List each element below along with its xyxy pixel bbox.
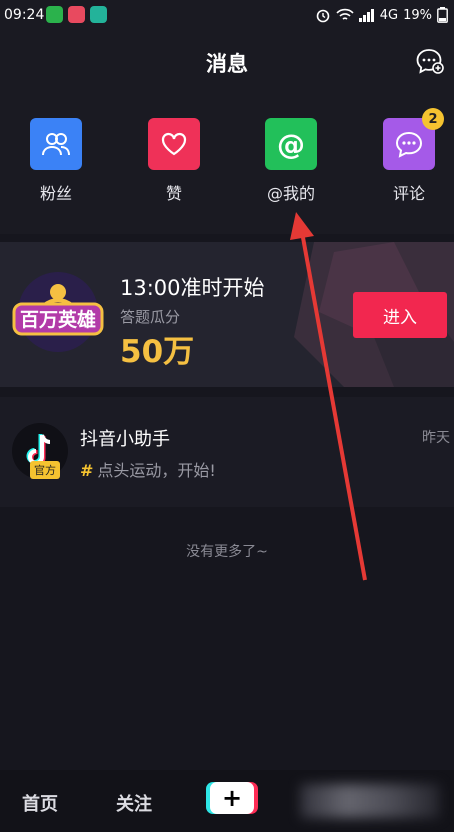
blurred-nav-items — [300, 784, 440, 818]
add-video-button[interactable]: + — [210, 782, 254, 814]
status-bar: 09:24 4G 19% — [0, 0, 454, 30]
new-chat-icon[interactable] — [414, 46, 444, 76]
scan-notification-icon — [90, 6, 107, 23]
wifi-icon — [336, 8, 354, 20]
category-label: 粉丝 — [39, 184, 72, 203]
network-type: 4G — [379, 7, 399, 23]
quiz-banner[interactable]: 百万英雄 13:00准时开始 答题瓜分 50万 进入 — [0, 242, 454, 387]
official-badge: 官方 — [30, 461, 60, 479]
bottom-nav: 首页 关注 + — [0, 770, 454, 832]
million-hero-logo: 百万英雄 — [12, 272, 104, 352]
category-label: 评论 — [392, 184, 425, 203]
battery-icon — [437, 7, 448, 23]
page-header: 消息 — [0, 30, 454, 94]
category-label: @我的 — [266, 184, 315, 203]
status-time: 09:24 — [4, 7, 45, 23]
message-preview: # 点头运动，开始! — [80, 457, 216, 481]
message-time: 昨天 — [422, 430, 450, 446]
category-label: 赞 — [165, 184, 182, 203]
mail-notification-icon — [68, 6, 85, 23]
no-more-text: 没有更多了~ — [186, 544, 268, 560]
category-fans[interactable]: 粉丝 — [16, 118, 96, 204]
at-icon: @ — [265, 118, 317, 170]
nav-follow[interactable]: 关注 — [116, 790, 152, 816]
svg-text:百万英雄: 百万英雄 — [20, 308, 96, 331]
sender-name: 抖音小助手 — [80, 429, 170, 450]
banner-title: 13:00准时开始 — [120, 276, 265, 300]
message-preview-text: 点头运动，开始! — [97, 461, 216, 480]
fans-icon — [30, 118, 82, 170]
category-comments[interactable]: 2 评论 — [369, 108, 449, 204]
message-categories: 粉丝 赞 @ @我的 2 评论 — [0, 94, 454, 234]
category-mentions[interactable]: @ @我的 — [251, 118, 331, 204]
unread-badge: 2 — [422, 108, 444, 130]
category-likes[interactable]: 赞 — [134, 118, 214, 204]
battery-percent: 19% — [403, 7, 432, 23]
nav-home[interactable]: 首页 — [22, 790, 58, 816]
app-notification-icon — [46, 6, 63, 23]
heart-icon — [148, 118, 200, 170]
banner-subtitle: 答题瓜分 — [120, 308, 181, 326]
signal-icon — [358, 8, 374, 22]
list-item[interactable]: 官方 抖音小助手 # 点头运动，开始! 昨天 — [0, 397, 454, 507]
prize-amount: 50万 — [120, 334, 195, 370]
topic-hash-icon: # — [80, 461, 94, 480]
enter-button[interactable]: 进入 — [353, 292, 447, 338]
page-title: 消息 — [206, 52, 248, 76]
alarm-icon — [316, 9, 330, 23]
